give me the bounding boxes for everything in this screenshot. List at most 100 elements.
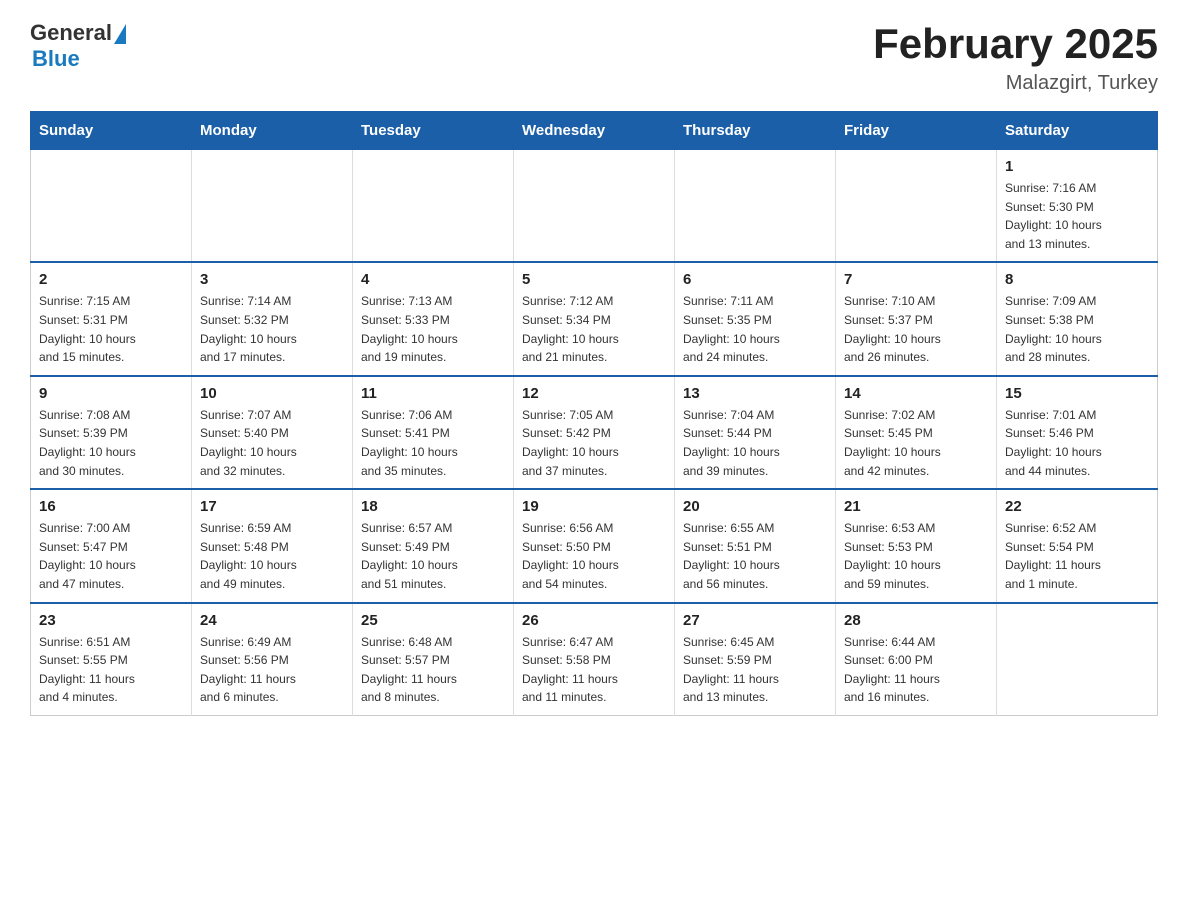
- title-section: February 2025 Malazgirt, Turkey: [873, 20, 1158, 95]
- day-info: Sunrise: 7:13 AMSunset: 5:33 PMDaylight:…: [361, 292, 505, 366]
- logo: General Blue: [30, 20, 126, 72]
- calendar-table: SundayMondayTuesdayWednesdayThursdayFrid…: [30, 111, 1158, 716]
- weekday-header-saturday: Saturday: [997, 112, 1158, 150]
- calendar-cell: 24 Sunrise: 6:49 AMSunset: 5:56 PMDayligh…: [192, 603, 353, 716]
- day-info: Sunrise: 6:44 AMSunset: 6:00 PMDaylight:…: [844, 633, 988, 707]
- day-number: 15: [1005, 385, 1149, 402]
- day-info: Sunrise: 7:02 AMSunset: 5:45 PMDaylight:…: [844, 406, 988, 480]
- page-subtitle: Malazgirt, Turkey: [873, 72, 1158, 95]
- day-info: Sunrise: 6:45 AMSunset: 5:59 PMDaylight:…: [683, 633, 827, 707]
- page-title: February 2025: [873, 20, 1158, 68]
- weekday-header-sunday: Sunday: [31, 112, 192, 150]
- day-info: Sunrise: 6:53 AMSunset: 5:53 PMDaylight:…: [844, 519, 988, 593]
- calendar-cell: [353, 150, 514, 263]
- day-number: 8: [1005, 271, 1149, 288]
- day-info: Sunrise: 7:10 AMSunset: 5:37 PMDaylight:…: [844, 292, 988, 366]
- day-number: 13: [683, 385, 827, 402]
- day-number: 6: [683, 271, 827, 288]
- day-info: Sunrise: 7:00 AMSunset: 5:47 PMDaylight:…: [39, 519, 183, 593]
- day-number: 26: [522, 612, 666, 629]
- calendar-cell: 21 Sunrise: 6:53 AMSunset: 5:53 PMDayligh…: [836, 489, 997, 602]
- calendar-cell: 19 Sunrise: 6:56 AMSunset: 5:50 PMDayligh…: [514, 489, 675, 602]
- calendar-cell: 23Sunrise: 6:51 AMSunset: 5:55 PMDayligh…: [31, 603, 192, 716]
- calendar-body: 1 Sunrise: 7:16 AMSunset: 5:30 PMDaylight…: [31, 150, 1158, 716]
- calendar-cell: [997, 603, 1158, 716]
- logo-blue-text: Blue: [32, 46, 80, 72]
- calendar-cell: 1 Sunrise: 7:16 AMSunset: 5:30 PMDaylight…: [997, 150, 1158, 263]
- calendar-cell: [675, 150, 836, 263]
- day-info: Sunrise: 7:07 AMSunset: 5:40 PMDaylight:…: [200, 406, 344, 480]
- day-number: 11: [361, 385, 505, 402]
- day-number: 17: [200, 498, 344, 515]
- day-number: 7: [844, 271, 988, 288]
- calendar-week-row: 9Sunrise: 7:08 AMSunset: 5:39 PMDaylight…: [31, 376, 1158, 489]
- day-info: Sunrise: 6:51 AMSunset: 5:55 PMDaylight:…: [39, 633, 183, 707]
- calendar-cell: 26 Sunrise: 6:47 AMSunset: 5:58 PMDayligh…: [514, 603, 675, 716]
- day-number: 1: [1005, 158, 1149, 175]
- day-info: Sunrise: 7:12 AMSunset: 5:34 PMDaylight:…: [522, 292, 666, 366]
- day-number: 21: [844, 498, 988, 515]
- calendar-cell: [192, 150, 353, 263]
- day-info: Sunrise: 7:06 AMSunset: 5:41 PMDaylight:…: [361, 406, 505, 480]
- day-number: 10: [200, 385, 344, 402]
- day-number: 16: [39, 498, 183, 515]
- calendar-cell: 22Sunrise: 6:52 AMSunset: 5:54 PMDayligh…: [997, 489, 1158, 602]
- day-number: 28: [844, 612, 988, 629]
- calendar-cell: 4 Sunrise: 7:13 AMSunset: 5:33 PMDaylight…: [353, 262, 514, 375]
- day-info: Sunrise: 6:55 AMSunset: 5:51 PMDaylight:…: [683, 519, 827, 593]
- day-number: 2: [39, 271, 183, 288]
- calendar-cell: 20Sunrise: 6:55 AMSunset: 5:51 PMDayligh…: [675, 489, 836, 602]
- calendar-cell: 27 Sunrise: 6:45 AMSunset: 5:59 PMDayligh…: [675, 603, 836, 716]
- calendar-cell: 9Sunrise: 7:08 AMSunset: 5:39 PMDaylight…: [31, 376, 192, 489]
- day-info: Sunrise: 7:05 AMSunset: 5:42 PMDaylight:…: [522, 406, 666, 480]
- calendar-cell: 6 Sunrise: 7:11 AMSunset: 5:35 PMDaylight…: [675, 262, 836, 375]
- calendar-cell: 5 Sunrise: 7:12 AMSunset: 5:34 PMDaylight…: [514, 262, 675, 375]
- calendar-cell: 18 Sunrise: 6:57 AMSunset: 5:49 PMDayligh…: [353, 489, 514, 602]
- calendar-cell: 16 Sunrise: 7:00 AMSunset: 5:47 PMDayligh…: [31, 489, 192, 602]
- calendar-cell: 7 Sunrise: 7:10 AMSunset: 5:37 PMDaylight…: [836, 262, 997, 375]
- day-info: Sunrise: 6:47 AMSunset: 5:58 PMDaylight:…: [522, 633, 666, 707]
- logo-triangle-icon: [114, 24, 126, 44]
- weekday-header-wednesday: Wednesday: [514, 112, 675, 150]
- calendar-cell: [836, 150, 997, 263]
- day-number: 22: [1005, 498, 1149, 515]
- day-number: 5: [522, 271, 666, 288]
- day-number: 18: [361, 498, 505, 515]
- calendar-cell: 10 Sunrise: 7:07 AMSunset: 5:40 PMDayligh…: [192, 376, 353, 489]
- day-number: 4: [361, 271, 505, 288]
- calendar-cell: 28 Sunrise: 6:44 AMSunset: 6:00 PMDayligh…: [836, 603, 997, 716]
- day-info: Sunrise: 6:48 AMSunset: 5:57 PMDaylight:…: [361, 633, 505, 707]
- day-info: Sunrise: 7:09 AMSunset: 5:38 PMDaylight:…: [1005, 292, 1149, 366]
- calendar-cell: 14 Sunrise: 7:02 AMSunset: 5:45 PMDayligh…: [836, 376, 997, 489]
- calendar-cell: [514, 150, 675, 263]
- weekday-header-thursday: Thursday: [675, 112, 836, 150]
- day-info: Sunrise: 7:15 AMSunset: 5:31 PMDaylight:…: [39, 292, 183, 366]
- calendar-cell: 3Sunrise: 7:14 AMSunset: 5:32 PMDaylight…: [192, 262, 353, 375]
- calendar-week-row: 23Sunrise: 6:51 AMSunset: 5:55 PMDayligh…: [31, 603, 1158, 716]
- day-info: Sunrise: 6:49 AMSunset: 5:56 PMDaylight:…: [200, 633, 344, 707]
- calendar-header: SundayMondayTuesdayWednesdayThursdayFrid…: [31, 112, 1158, 150]
- logo-general-text: General: [30, 20, 112, 46]
- day-number: 27: [683, 612, 827, 629]
- weekday-header-tuesday: Tuesday: [353, 112, 514, 150]
- calendar-week-row: 1 Sunrise: 7:16 AMSunset: 5:30 PMDaylight…: [31, 150, 1158, 263]
- day-number: 19: [522, 498, 666, 515]
- day-info: Sunrise: 7:08 AMSunset: 5:39 PMDaylight:…: [39, 406, 183, 480]
- calendar-cell: 13Sunrise: 7:04 AMSunset: 5:44 PMDayligh…: [675, 376, 836, 489]
- calendar-cell: 12 Sunrise: 7:05 AMSunset: 5:42 PMDayligh…: [514, 376, 675, 489]
- day-number: 14: [844, 385, 988, 402]
- day-info: Sunrise: 7:16 AMSunset: 5:30 PMDaylight:…: [1005, 179, 1149, 253]
- day-info: Sunrise: 7:01 AMSunset: 5:46 PMDaylight:…: [1005, 406, 1149, 480]
- day-info: Sunrise: 6:57 AMSunset: 5:49 PMDaylight:…: [361, 519, 505, 593]
- day-number: 12: [522, 385, 666, 402]
- weekday-header-friday: Friday: [836, 112, 997, 150]
- page-header: General Blue February 2025 Malazgirt, Tu…: [30, 20, 1158, 95]
- day-info: Sunrise: 7:11 AMSunset: 5:35 PMDaylight:…: [683, 292, 827, 366]
- weekday-header-row: SundayMondayTuesdayWednesdayThursdayFrid…: [31, 112, 1158, 150]
- day-number: 3: [200, 271, 344, 288]
- day-info: Sunrise: 6:56 AMSunset: 5:50 PMDaylight:…: [522, 519, 666, 593]
- day-info: Sunrise: 6:59 AMSunset: 5:48 PMDaylight:…: [200, 519, 344, 593]
- day-number: 24: [200, 612, 344, 629]
- calendar-cell: 2 Sunrise: 7:15 AMSunset: 5:31 PMDaylight…: [31, 262, 192, 375]
- calendar-cell: [31, 150, 192, 263]
